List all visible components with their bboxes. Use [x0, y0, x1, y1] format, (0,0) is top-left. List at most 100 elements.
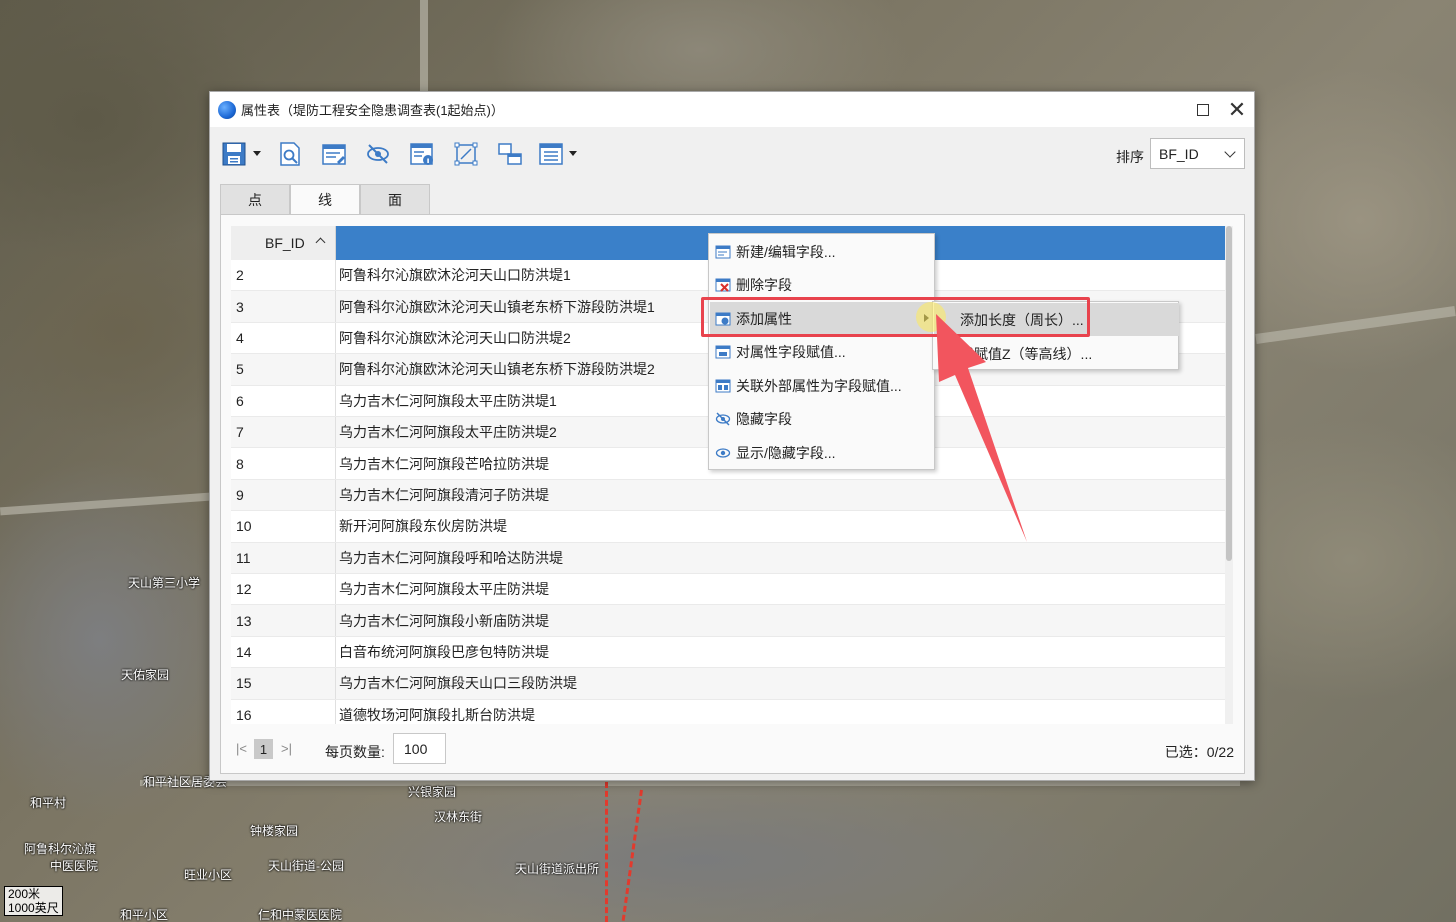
table-row[interactable]: 14 白音布统河阿旗段巴彦包特防洪堤 — [231, 636, 1225, 669]
last-page-button[interactable]: >| — [281, 741, 292, 756]
first-page-button[interactable]: |< — [236, 741, 247, 756]
cell-name: 阿鲁科尔沁旗欧沐沦河天山口防洪堤2 — [339, 329, 571, 346]
maximize-button[interactable] — [1186, 92, 1220, 127]
toolbar — [210, 127, 1254, 179]
map-label: 天山街道-公园 — [268, 859, 344, 873]
title-bar[interactable]: 属性表（堤防工程安全隐患调查表(1起始点)） ✕ — [210, 92, 1254, 127]
map-label: 阿鲁科尔沁旗 — [24, 842, 97, 856]
edit-button[interactable] — [320, 140, 348, 168]
tab-point[interactable]: 点 — [220, 184, 290, 214]
highlight-box — [701, 297, 1090, 337]
select-geometry-icon — [454, 142, 478, 166]
cell-name: 乌力吉木仁河阿旗段天山口三段防洪堤 — [339, 675, 577, 692]
column-header-bf-id[interactable]: BF_ID — [231, 226, 336, 260]
link-external-icon — [715, 379, 731, 392]
table-row[interactable]: 16 道德牧场河阿旗段扎斯台防洪堤 — [231, 699, 1225, 724]
table-row[interactable]: 9 乌力吉木仁河阿旗段清河子防洪堤 — [231, 479, 1225, 512]
edit-icon — [322, 144, 346, 165]
selected-count: 已选：0/22 — [1164, 744, 1234, 760]
cell-name: 乌力吉木仁河阿旗段太平庄防洪堤2 — [339, 424, 557, 441]
table-row[interactable]: 12 乌力吉木仁河阿旗段太平庄防洪堤 — [231, 574, 1225, 606]
link-button[interactable] — [496, 140, 524, 168]
map-label: 和平小区 — [120, 908, 169, 922]
cursor-highlight — [916, 302, 946, 332]
map-scale-bar: 200米 1000英尺 — [4, 886, 63, 916]
menu-item-new-edit-field[interactable]: 新建/编辑字段... — [710, 235, 935, 268]
tab-label: 面 — [388, 191, 402, 208]
show-hide-field-icon — [715, 447, 731, 458]
per-page-input[interactable]: 100 — [393, 733, 446, 764]
save-dropdown-icon[interactable] — [253, 151, 261, 156]
hide-button[interactable] — [364, 140, 392, 168]
table-row[interactable]: 13 乌力吉木仁河阿旗段小新庙防洪堤 — [231, 605, 1225, 637]
scale-metric: 200米 — [8, 887, 41, 901]
sort-label: 排序 — [1116, 149, 1144, 165]
cell-bf-id: 14 — [231, 636, 336, 668]
hide-icon — [367, 144, 389, 164]
cell-bf-id: 12 — [231, 574, 336, 605]
cell-bf-id: 8 — [231, 448, 336, 479]
cell-bf-id: 16 — [231, 699, 336, 724]
cell-name: 乌力吉木仁河阿旗段清河子防洪堤 — [339, 486, 549, 503]
list-view-dropdown-icon[interactable] — [569, 151, 577, 156]
save-button[interactable] — [220, 140, 248, 168]
cell-bf-id: 10 — [231, 511, 336, 542]
new-field-icon — [715, 245, 731, 258]
menu-item-label: 删除字段 — [736, 277, 792, 293]
menu-item-hide-field[interactable]: 隐藏字段 — [710, 403, 935, 436]
tab-label: 线 — [318, 192, 332, 208]
map-label: 汉林东街 — [434, 810, 483, 824]
menu-item-label: 新建/编辑字段... — [736, 243, 836, 260]
cell-bf-id: 5 — [231, 354, 336, 385]
current-page[interactable]: 1 — [254, 739, 273, 759]
map-label: 天山街道派出所 — [515, 862, 600, 876]
table-row[interactable]: 15 乌力吉木仁河阿旗段天山口三段防洪堤 — [231, 668, 1225, 700]
context-menu: 新建/编辑字段... 删除字段 添加属性 对属性字段赋值... 关联外部属性为字段赋值.… — [708, 233, 935, 470]
menu-item-label: 关联外部属性为字段赋值... — [736, 377, 902, 394]
assign-value-icon — [715, 345, 731, 359]
tab-label: 点 — [248, 191, 262, 208]
cell-name: 乌力吉木仁河阿旗段小新庙防洪堤 — [339, 612, 549, 629]
map-road — [420, 0, 428, 92]
tab-line[interactable]: 线 — [290, 184, 360, 215]
menu-item-line-assign-z[interactable]: 线赋值Z（等高线）... — [934, 337, 1179, 370]
list-view-button[interactable] — [537, 140, 565, 168]
sort-value: BF_ID — [1159, 145, 1199, 162]
close-button[interactable]: ✕ — [1220, 92, 1254, 127]
table-info-button[interactable] — [408, 140, 436, 168]
tab-polygon[interactable]: 面 — [360, 184, 430, 214]
window-title: 属性表（堤防工程安全隐患调查表(1起始点)） — [241, 103, 504, 118]
table-info-icon — [410, 143, 433, 165]
scrollbar-thumb[interactable] — [1226, 226, 1232, 561]
link-icon — [498, 143, 522, 165]
map-label: 兴银家园 — [408, 785, 457, 799]
hide-field-icon — [715, 412, 731, 426]
cell-name: 新开河阿旗段东伙房防洪堤 — [339, 518, 507, 535]
menu-item-link-external-attribute[interactable]: 关联外部属性为字段赋值... — [710, 369, 935, 402]
cell-bf-id: 7 — [231, 417, 336, 448]
menu-item-show-hide-field[interactable]: 显示/隐藏字段... — [710, 436, 935, 469]
map-label: 中医医院 — [50, 859, 99, 873]
table-row[interactable]: 10 新开河阿旗段东伙房防洪堤 — [231, 511, 1225, 543]
map-label: 和平村 — [30, 796, 67, 810]
cell-name: 白音布统河阿旗段巴彦包特防洪堤 — [339, 643, 549, 660]
vertical-scrollbar[interactable] — [1225, 226, 1233, 724]
map-road — [1255, 306, 1456, 344]
map-label: 天山第三小学 — [128, 576, 201, 590]
table-row[interactable]: 11 乌力吉木仁河阿旗段呼和哈达防洪堤 — [231, 542, 1225, 574]
query-button[interactable] — [276, 140, 304, 168]
menu-item-assign-field-value[interactable]: 对属性字段赋值... — [710, 336, 935, 369]
cell-name: 阿鲁科尔沁旗欧沐沦河天山镇老东桥下游段防洪堤2 — [339, 361, 655, 378]
menu-item-label: 线赋值Z（等高线）... — [960, 345, 1093, 362]
cell-name: 乌力吉木仁河阿旗段芒哈拉防洪堤 — [339, 455, 549, 472]
cell-name: 阿鲁科尔沁旗欧沐沦河天山口防洪堤1 — [339, 267, 571, 284]
map-label: 仁和中蒙医医院 — [258, 908, 343, 922]
cell-bf-id: 11 — [231, 542, 336, 573]
query-icon — [280, 142, 300, 166]
cell-bf-id: 6 — [231, 385, 336, 416]
app-logo-icon — [218, 100, 236, 119]
map-label: 钟楼家园 — [250, 824, 299, 838]
menu-item-label: 隐藏字段 — [736, 411, 792, 427]
select-geometry-button[interactable] — [452, 140, 480, 168]
sort-select[interactable]: BF_ID — [1150, 138, 1245, 169]
